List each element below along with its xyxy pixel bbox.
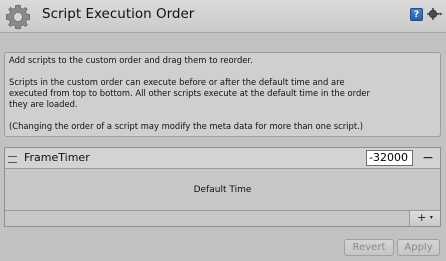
info-line: (Changing the order of a script may modi… <box>9 121 364 131</box>
remove-script-button[interactable]: − <box>419 149 437 167</box>
divider <box>5 210 440 211</box>
gear-icon <box>5 4 31 30</box>
add-script-button[interactable]: + ▾ <box>409 211 440 226</box>
default-time-label: Default Time <box>193 185 252 195</box>
info-line: Scripts in the custom order can execute … <box>9 77 345 87</box>
script-order-list: FrameTimer -32000 − Default Time + ▾ <box>4 147 441 227</box>
info-line: executed from top to bottom. All other s… <box>9 88 370 98</box>
revert-button[interactable]: Revert <box>344 239 394 256</box>
help-infobox: Add scripts to the custom order and drag… <box>4 52 441 137</box>
settings-gear-icon[interactable] <box>427 7 443 21</box>
help-icon[interactable]: ? <box>410 8 423 21</box>
dropdown-caret-icon: ▾ <box>429 214 433 221</box>
info-line: Add scripts to the custom order and drag… <box>9 55 253 65</box>
drag-handle-icon[interactable] <box>8 156 17 163</box>
window-header: Script Execution Order ? <box>0 0 446 33</box>
plus-icon: + <box>417 211 427 224</box>
page-title: Script Execution Order <box>42 6 195 22</box>
execution-order-field[interactable]: -32000 <box>366 150 413 166</box>
info-line: they are loaded. <box>9 99 78 109</box>
script-name: FrameTimer <box>24 151 90 164</box>
apply-button[interactable]: Apply <box>397 239 440 256</box>
list-item[interactable]: FrameTimer -32000 − <box>5 148 440 169</box>
